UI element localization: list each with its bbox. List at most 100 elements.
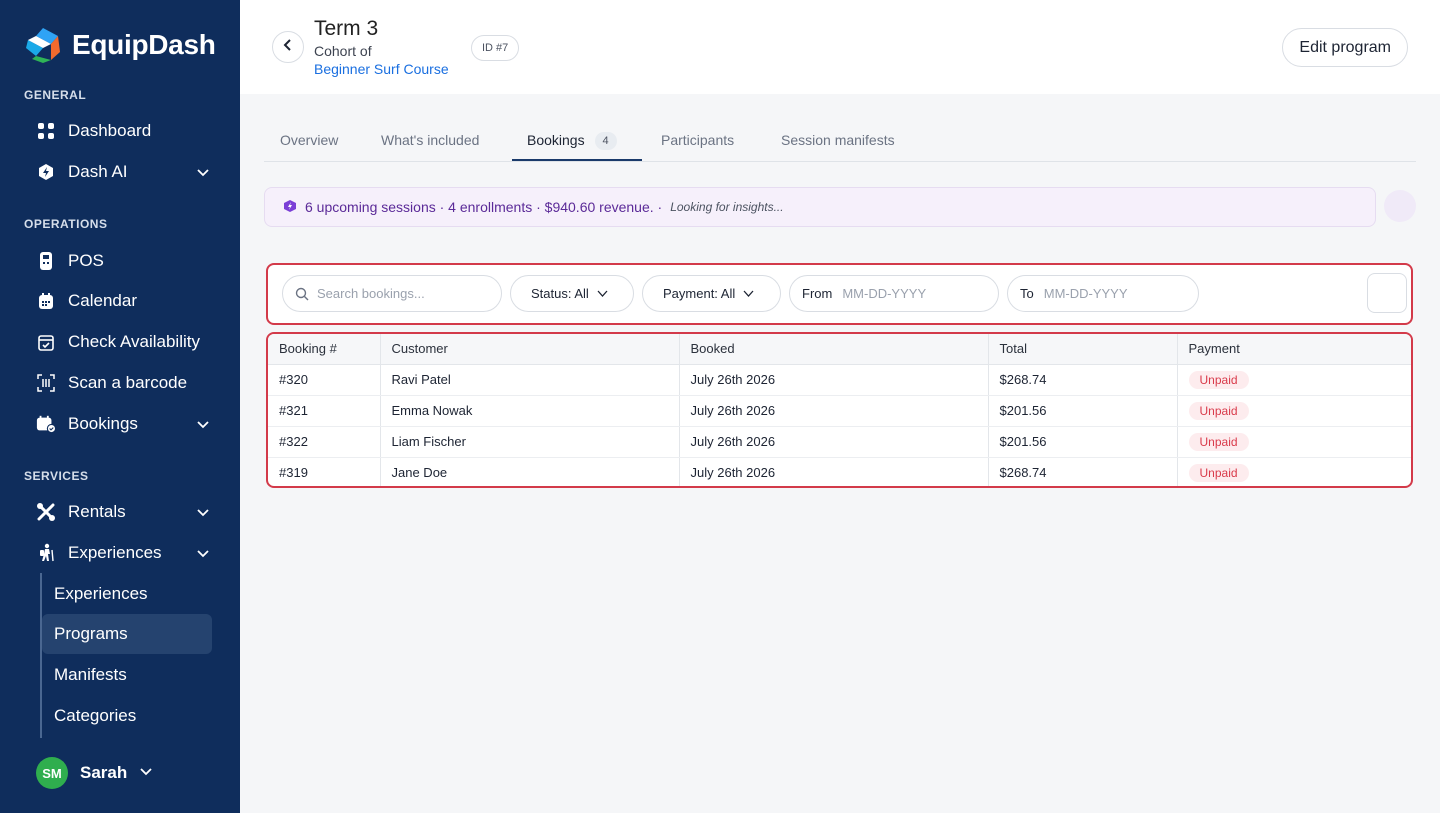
section-label-general: GENERAL <box>24 88 87 102</box>
column-header-booking-number[interactable]: Booking # <box>268 334 381 365</box>
insight-banner: 6 upcoming sessions · 4 enrollments · $9… <box>264 187 1376 227</box>
sidebar-item-label: Check Availability <box>68 332 200 351</box>
page-title: Term 3 <box>314 17 379 40</box>
cell-customer: Jane Doe <box>380 457 680 486</box>
cell-booked: July 26th 2026 <box>679 457 989 486</box>
payment-status-badge: Unpaid <box>1188 401 1249 420</box>
edit-program-button[interactable]: Edit program <box>1282 28 1408 67</box>
tab-label: Session manifests <box>781 132 895 148</box>
cell-total: $201.56 <box>988 426 1178 458</box>
sidebar-item-dash-ai[interactable]: Dash AI <box>36 154 220 190</box>
sidebar-item-scan-barcode[interactable]: Scan a barcode <box>36 365 220 401</box>
chevron-down-icon[interactable] <box>196 504 210 524</box>
payment-status-badge: Unpaid <box>1188 370 1249 389</box>
sidebar-item-experiences[interactable]: Experiences <box>36 535 220 571</box>
payment-filter-label: Payment: All <box>663 286 736 301</box>
insight-summary: 6 upcoming sessions · 4 enrollments · $9… <box>305 199 663 215</box>
ai-shield-icon <box>283 199 297 216</box>
section-label-operations: OPERATIONS <box>24 217 108 231</box>
sidebar-item-label: Rentals <box>68 502 126 521</box>
to-date-field[interactable]: To MM-DD-YYYY <box>1007 275 1199 312</box>
cell-booking-number: #319 <box>268 457 381 486</box>
payment-filter-dropdown[interactable]: Payment: All <box>642 275 781 312</box>
table-row[interactable]: #319 Jane Doe July 26th 2026 $268.74 Unp… <box>268 457 1411 486</box>
status-filter-label: Status: All <box>531 286 589 301</box>
page-header: Term 3 Cohort of Beginner Surf Course ID… <box>240 0 1440 94</box>
cell-booked: July 26th 2026 <box>679 426 989 458</box>
sidebar-item-pos[interactable]: POS <box>36 243 220 279</box>
status-filter-dropdown[interactable]: Status: All <box>510 275 634 312</box>
tab-overview[interactable]: Overview <box>280 123 338 162</box>
search-icon <box>295 287 309 301</box>
sidebar-item-label: Experiences <box>68 543 162 562</box>
table-header-row: Booking # Customer Booked Total Payment <box>268 334 1411 365</box>
hiker-icon <box>36 543 56 563</box>
insight-status: Looking for insights... <box>670 200 784 214</box>
column-header-payment[interactable]: Payment <box>1177 334 1411 365</box>
tab-whats-included[interactable]: What's included <box>381 123 479 162</box>
brand[interactable]: EquipDash <box>24 26 216 64</box>
id-badge: ID #7 <box>471 35 520 61</box>
cell-total: $201.56 <box>988 395 1178 427</box>
course-link[interactable]: Beginner Surf Course <box>314 61 449 77</box>
brand-name: EquipDash <box>72 29 216 60</box>
tab-label: Bookings <box>527 132 585 148</box>
sidebar-item-dashboard[interactable]: Dashboard <box>36 113 220 149</box>
sidebar-subitem-manifests[interactable]: Manifests <box>42 655 212 695</box>
cell-customer: Emma Nowak <box>380 395 680 427</box>
sidebar: EquipDash GENERAL Dashboard Dash AI OPER… <box>0 0 240 813</box>
avatar: SM <box>36 757 68 789</box>
sidebar-item-label: Dashboard <box>68 121 152 140</box>
from-date-field[interactable]: From MM-DD-YYYY <box>789 275 999 312</box>
sidebar-item-label: Calendar <box>68 291 137 310</box>
column-header-total[interactable]: Total <box>988 334 1178 365</box>
search-input[interactable]: Search bookings... <box>282 275 502 312</box>
cell-total: $268.74 <box>988 457 1178 486</box>
chevron-down-icon[interactable] <box>196 416 210 436</box>
sidebar-item-label: Dash AI <box>68 162 128 181</box>
ai-shield-icon <box>36 162 56 182</box>
sidebar-item-check-availability[interactable]: Check Availability <box>36 324 220 360</box>
bookings-calendar-icon <box>36 414 56 434</box>
cell-payment: Unpaid <box>1177 395 1411 427</box>
bookings-table: Booking # Customer Booked Total Payment … <box>266 332 1413 488</box>
bookings-filter-bar: Search bookings... Status: All Payment: … <box>266 263 1413 325</box>
cell-total: $268.74 <box>988 364 1178 396</box>
search-placeholder: Search bookings... <box>317 286 425 301</box>
sidebar-item-calendar[interactable]: Calendar <box>36 283 220 319</box>
cell-payment: Unpaid <box>1177 364 1411 396</box>
filter-action-button[interactable] <box>1367 273 1407 313</box>
sidebar-subitem-programs[interactable]: Programs <box>42 614 212 654</box>
cell-payment: Unpaid <box>1177 457 1411 486</box>
tab-session-manifests[interactable]: Session manifests <box>781 123 895 162</box>
back-button[interactable] <box>272 31 304 63</box>
chevron-down-icon[interactable] <box>196 164 210 184</box>
sidebar-item-rentals[interactable]: Rentals <box>36 494 220 530</box>
tab-participants[interactable]: Participants <box>661 123 734 162</box>
tab-label: Overview <box>280 132 339 148</box>
sidebar-subitem-experiences[interactable]: Experiences <box>42 574 212 614</box>
payment-status-badge: Unpaid <box>1188 432 1249 451</box>
user-menu[interactable]: SM Sarah <box>36 757 153 789</box>
table-row[interactable]: #321 Emma Nowak July 26th 2026 $201.56 U… <box>268 395 1411 427</box>
chevron-down-icon <box>743 290 754 298</box>
from-date-placeholder: MM-DD-YYYY <box>842 286 927 301</box>
chevron-down-icon <box>139 764 153 783</box>
sidebar-subitem-categories[interactable]: Categories <box>42 696 212 736</box>
user-name: Sarah <box>80 763 128 782</box>
chevron-down-icon[interactable] <box>196 545 210 565</box>
insight-action-button[interactable] <box>1384 190 1416 222</box>
tab-bookings[interactable]: Bookings 4 <box>527 123 617 162</box>
chevron-down-icon <box>597 290 608 298</box>
calendar-icon <box>36 291 56 311</box>
table-row[interactable]: #320 Ravi Patel July 26th 2026 $268.74 U… <box>268 364 1411 396</box>
chevron-left-icon <box>282 38 294 57</box>
active-tab-indicator <box>512 159 642 161</box>
column-header-customer[interactable]: Customer <box>380 334 680 365</box>
sidebar-item-bookings[interactable]: Bookings <box>36 406 220 442</box>
column-header-booked[interactable]: Booked <box>679 334 989 365</box>
tab-label: What's included <box>381 132 480 148</box>
table-row[interactable]: #322 Liam Fischer July 26th 2026 $201.56… <box>268 426 1411 458</box>
cell-booked: July 26th 2026 <box>679 364 989 396</box>
to-date-placeholder: MM-DD-YYYY <box>1043 286 1128 301</box>
